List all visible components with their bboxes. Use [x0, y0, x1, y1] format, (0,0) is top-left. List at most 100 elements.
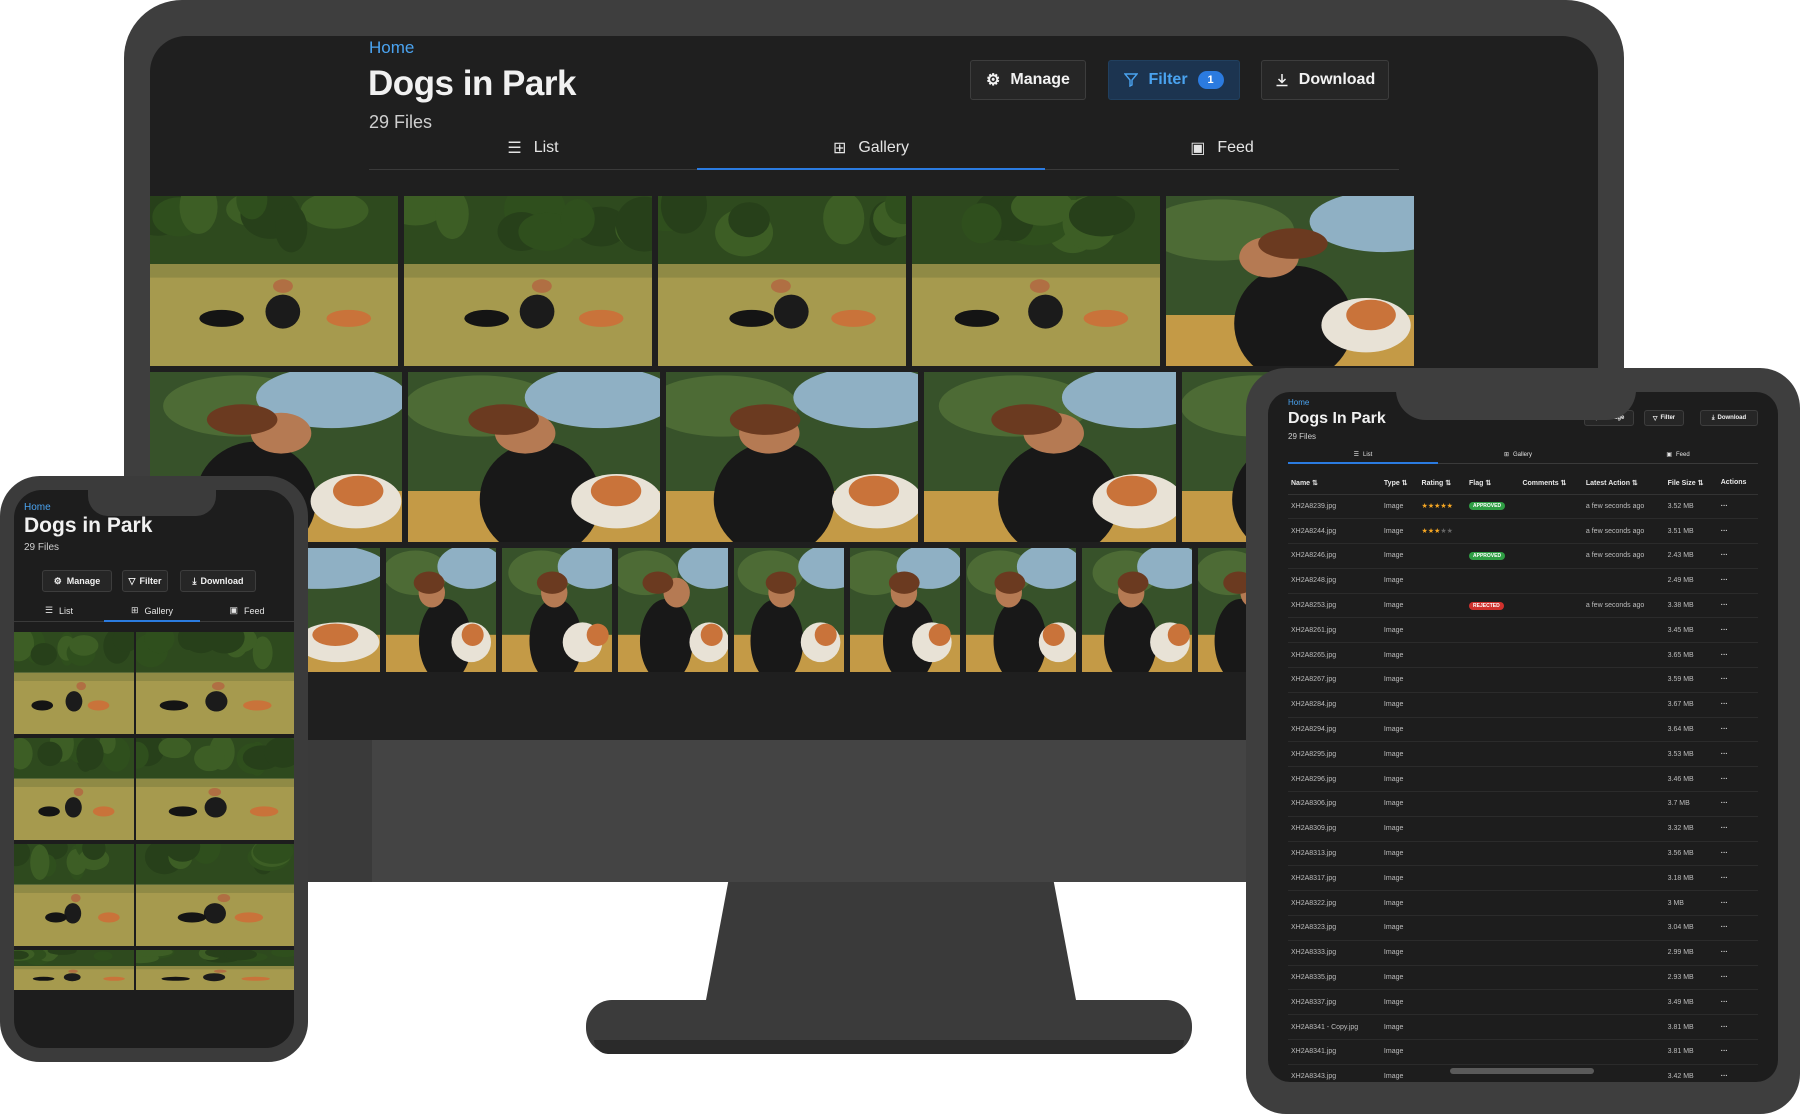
table-row[interactable]: XH2A8333.jpg Image 2.99 MB ···	[1288, 940, 1758, 966]
rating-cell[interactable]	[1418, 642, 1467, 669]
actions-menu-button[interactable]: ···	[1717, 692, 1758, 718]
actions-menu-button[interactable]: ···	[1717, 989, 1758, 1016]
tablet-tab-feed[interactable]: ▣ Feed	[1598, 446, 1758, 463]
actions-menu-button[interactable]: ···	[1717, 1039, 1758, 1065]
manage-button[interactable]: ⚙ Manage	[970, 60, 1086, 100]
table-row[interactable]: XH2A8253.jpg Image REJECTED a few seconds a…	[1288, 593, 1758, 619]
actions-menu-button[interactable]: ···	[1717, 568, 1758, 594]
actions-menu-button[interactable]: ···	[1717, 915, 1758, 941]
table-row[interactable]: XH2A8284.jpg Image 3.67 MB ···	[1288, 692, 1758, 718]
table-row[interactable]: XH2A8244.jpg Image ★★★★★ a few seconds ago 3…	[1288, 518, 1758, 545]
rating-cell[interactable]	[1418, 989, 1467, 1016]
table-row[interactable]: XH2A8296.jpg Image 3.46 MB ···	[1288, 766, 1758, 793]
rating-cell[interactable]: ★★★★★	[1418, 494, 1467, 520]
phone-gallery-photo[interactable]	[14, 844, 134, 946]
rating-cell[interactable]	[1418, 915, 1467, 941]
phone-gallery-photo[interactable]	[136, 738, 294, 840]
phone-gallery-photo[interactable]	[14, 950, 134, 990]
table-row[interactable]: XH2A8317.jpg Image 3.18 MB ···	[1288, 865, 1758, 892]
column-header[interactable]: Comments ⇅	[1519, 472, 1583, 495]
actions-menu-button[interactable]: ···	[1717, 1064, 1758, 1082]
table-row[interactable]: XH2A8261.jpg Image 3.45 MB ···	[1288, 617, 1758, 644]
rating-cell[interactable]	[1418, 791, 1467, 817]
rating-cell[interactable]	[1418, 717, 1467, 743]
actions-menu-button[interactable]: ···	[1717, 642, 1758, 669]
gallery-photo[interactable]	[1166, 196, 1414, 366]
column-header[interactable]: File Size ⇅	[1664, 472, 1718, 495]
actions-menu-button[interactable]: ···	[1717, 841, 1758, 867]
breadcrumb-home[interactable]: Home	[369, 38, 414, 58]
gallery-photo[interactable]	[666, 372, 918, 542]
table-row[interactable]: XH2A8337.jpg Image 3.49 MB ···	[1288, 989, 1758, 1016]
actions-menu-button[interactable]: ···	[1717, 965, 1758, 991]
actions-menu-button[interactable]: ···	[1717, 667, 1758, 693]
column-header[interactable]: Actions	[1717, 472, 1758, 495]
tablet-breadcrumb-home[interactable]: Home	[1288, 398, 1309, 407]
gallery-photo[interactable]	[404, 196, 652, 366]
gallery-photo[interactable]	[850, 548, 960, 672]
filter-button[interactable]: Filter 1	[1108, 60, 1240, 100]
rating-cell[interactable]	[1418, 865, 1467, 892]
table-row[interactable]: XH2A8265.jpg Image 3.65 MB ···	[1288, 642, 1758, 669]
tablet-tab-gallery[interactable]: ⊞ Gallery	[1438, 446, 1598, 463]
table-row[interactable]: XH2A8306.jpg Image 3.7 MB ···	[1288, 791, 1758, 817]
gallery-photo[interactable]	[150, 196, 398, 366]
tablet-tab-list[interactable]: ☰ List	[1288, 446, 1438, 464]
phone-tab-list[interactable]: ☰ List	[14, 600, 104, 621]
phone-download-button[interactable]: ⤓ Download	[180, 570, 256, 592]
rating-cell[interactable]	[1418, 841, 1467, 867]
table-row[interactable]: XH2A8246.jpg Image APPROVED a few seconds a…	[1288, 543, 1758, 569]
rating-cell[interactable]	[1418, 692, 1467, 718]
phone-tab-gallery[interactable]: ⊞ Gallery	[104, 600, 200, 622]
rating-cell[interactable]	[1418, 568, 1467, 594]
tab-gallery[interactable]: ⊞ Gallery	[697, 126, 1045, 170]
actions-menu-button[interactable]: ···	[1717, 741, 1758, 768]
gallery-photo[interactable]	[618, 548, 728, 672]
table-row[interactable]: XH2A8323.jpg Image 3.04 MB ···	[1288, 915, 1758, 941]
tab-feed[interactable]: ▣ Feed	[1045, 126, 1399, 169]
actions-menu-button[interactable]: ···	[1717, 940, 1758, 966]
rating-cell[interactable]	[1418, 1014, 1467, 1041]
rating-cell[interactable]	[1418, 816, 1467, 842]
actions-menu-button[interactable]: ···	[1717, 543, 1758, 569]
rating-cell[interactable]	[1418, 1039, 1467, 1065]
phone-filter-button[interactable]: ▽ Filter	[122, 570, 168, 592]
gallery-photo[interactable]	[966, 548, 1076, 672]
rating-cell[interactable]	[1418, 617, 1467, 644]
actions-menu-button[interactable]: ···	[1717, 518, 1758, 545]
actions-menu-button[interactable]: ···	[1717, 816, 1758, 842]
column-header[interactable]: Name ⇅	[1288, 472, 1381, 495]
tablet-filter-button[interactable]: ▽ Filter	[1644, 410, 1684, 426]
gallery-photo[interactable]	[912, 196, 1160, 366]
column-header[interactable]: Type ⇅	[1380, 472, 1419, 495]
star-rating[interactable]: ★★★★★	[1422, 528, 1453, 535]
column-header[interactable]: Rating ⇅	[1418, 472, 1467, 495]
table-row[interactable]: XH2A8335.jpg Image 2.93 MB ···	[1288, 965, 1758, 991]
rating-cell[interactable]	[1418, 890, 1467, 917]
actions-menu-button[interactable]: ···	[1717, 890, 1758, 917]
gallery-photo[interactable]	[658, 196, 906, 366]
rating-cell[interactable]	[1418, 667, 1467, 693]
phone-gallery-photo[interactable]	[14, 632, 134, 734]
tab-list[interactable]: ☰ List	[369, 126, 697, 169]
table-row[interactable]: XH2A8313.jpg Image 3.56 MB ···	[1288, 841, 1758, 867]
table-row[interactable]: XH2A8295.jpg Image 3.53 MB ···	[1288, 741, 1758, 768]
actions-menu-button[interactable]: ···	[1717, 791, 1758, 817]
gallery-photo[interactable]	[924, 372, 1176, 542]
table-row[interactable]: XH2A8248.jpg Image 2.49 MB ···	[1288, 568, 1758, 594]
phone-gallery-photo[interactable]	[136, 632, 294, 734]
rating-cell[interactable]: ★★★★★	[1418, 518, 1467, 545]
phone-gallery-photo[interactable]	[136, 844, 294, 946]
gallery-photo[interactable]	[386, 548, 496, 672]
table-row[interactable]: XH2A8239.jpg Image ★★★★★ APPROVED a few seco…	[1288, 494, 1758, 520]
actions-menu-button[interactable]: ···	[1717, 1014, 1758, 1041]
table-row[interactable]: XH2A8341 - Copy.jpg Image 3.81 MB ···	[1288, 1014, 1758, 1041]
actions-menu-button[interactable]: ···	[1717, 717, 1758, 743]
phone-gallery-photo[interactable]	[14, 738, 134, 840]
star-rating[interactable]: ★★★★★	[1422, 503, 1453, 510]
table-row[interactable]: XH2A8341.jpg Image 3.81 MB ···	[1288, 1039, 1758, 1065]
column-header[interactable]: Flag ⇅	[1466, 472, 1520, 495]
rating-cell[interactable]	[1418, 940, 1467, 966]
table-row[interactable]: XH2A8267.jpg Image 3.59 MB ···	[1288, 667, 1758, 693]
tablet-download-button[interactable]: ⤓ Download	[1700, 410, 1758, 426]
